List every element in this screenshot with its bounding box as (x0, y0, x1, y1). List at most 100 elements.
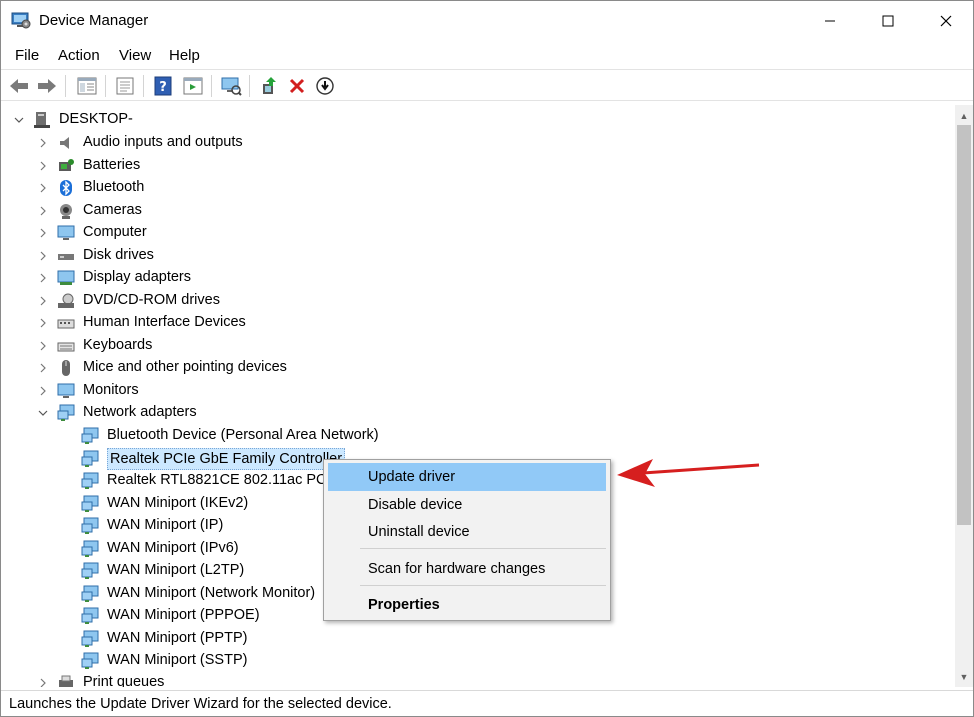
show-hide-console-tree-button[interactable] (75, 74, 99, 98)
status-text: Launches the Update Driver Wizard for th… (9, 696, 392, 712)
device-row[interactable]: WAN Miniport (SSTP) (5, 650, 945, 672)
device-row[interactable]: Bluetooth Device (Personal Area Network) (5, 425, 945, 447)
tree-category-row[interactable]: Human Interface Devices (5, 312, 945, 334)
update-driver-toolbar-button[interactable] (257, 74, 281, 98)
uninstall-device-toolbar-button[interactable] (285, 74, 309, 98)
tree-category-row[interactable]: Network adapters (5, 402, 945, 424)
tree-category-row[interactable]: Display adapters (5, 267, 945, 289)
forward-icon (38, 79, 56, 93)
close-icon (940, 15, 952, 27)
menu-help[interactable]: Help (169, 47, 200, 64)
expand-chevron-icon[interactable] (37, 160, 49, 172)
expand-chevron-icon[interactable] (37, 137, 49, 149)
mouse-icon (62, 360, 70, 376)
toolbar-separator (249, 75, 250, 97)
category-label: Keyboards (83, 336, 153, 353)
collapse-chevron-icon[interactable] (13, 114, 25, 126)
help-button[interactable]: ? (151, 74, 175, 98)
menu-properties[interactable]: Properties (328, 591, 606, 619)
monitor-icon (221, 77, 242, 96)
menu-file[interactable]: File (15, 47, 39, 64)
tree-category-row[interactable]: DVD/CD-ROM drives (5, 290, 945, 312)
device-label: WAN Miniport (IP) (107, 517, 224, 533)
properties-button[interactable] (113, 74, 137, 98)
category-label: Monitors (83, 381, 139, 398)
device-label: WAN Miniport (IPv6) (107, 539, 239, 556)
device-row[interactable]: WAN Miniport (PPTP) (5, 628, 945, 650)
network-adapter-icon (81, 630, 99, 647)
expand-chevron-icon[interactable] (37, 340, 49, 352)
menu-action[interactable]: Action (58, 47, 100, 64)
collapse-chevron-icon[interactable] (37, 407, 49, 419)
expand-chevron-icon[interactable] (37, 205, 49, 217)
expand-chevron-icon[interactable] (37, 227, 49, 239)
monitor-icon (57, 383, 75, 398)
tree-category-row[interactable]: Bluetooth (5, 177, 945, 199)
context-menu: Update driver Disable device Uninstall d… (323, 459, 611, 621)
tree-category-row[interactable]: Disk drives (5, 245, 945, 267)
expand-chevron-icon[interactable] (37, 295, 49, 307)
tree-root-row[interactable]: DESKTOP- (5, 109, 945, 131)
menu-separator (360, 548, 606, 549)
console-tree-icon (77, 77, 97, 95)
tree-category-row[interactable]: Computer (5, 222, 945, 244)
network-adapter-icon (81, 562, 99, 579)
keyboard-icon (57, 342, 75, 351)
device-manager-app-icon (11, 12, 31, 29)
tree-category-row[interactable]: Batteries (5, 155, 945, 177)
disable-device-toolbar-button[interactable] (313, 74, 337, 98)
maximize-button[interactable] (859, 1, 917, 41)
scrollbar-thumb[interactable] (957, 125, 971, 525)
forward-button[interactable] (35, 74, 59, 98)
scroll-up-arrow[interactable]: ▲ (955, 107, 973, 124)
expand-chevron-icon[interactable] (37, 677, 49, 687)
toolbar-separator (211, 75, 212, 97)
hid-icon (57, 319, 75, 329)
menu-update-driver[interactable]: Update driver (328, 463, 606, 491)
action-pane-icon (183, 77, 203, 95)
expand-chevron-icon[interactable] (37, 272, 49, 284)
menu-uninstall-device[interactable]: Uninstall device (328, 518, 606, 546)
tree-category-row[interactable]: Mice and other pointing devices (5, 357, 945, 379)
menu-disable-device[interactable]: Disable device (328, 491, 606, 519)
scroll-down-arrow[interactable]: ▼ (955, 668, 973, 685)
menu-item-label: Uninstall device (368, 524, 470, 540)
tree-category-row[interactable]: Monitors (5, 380, 945, 402)
computer-root-icon (34, 112, 50, 128)
disk-drive-icon (58, 253, 74, 260)
expand-chevron-icon[interactable] (37, 362, 49, 374)
network-adapter-icon (57, 404, 75, 421)
vertical-scrollbar[interactable]: ▲ ▼ (955, 105, 973, 687)
category-label: Mice and other pointing devices (83, 359, 287, 375)
minimize-button[interactable] (801, 1, 859, 41)
scan-hardware-button[interactable] (219, 74, 243, 98)
tree-category-row[interactable]: Audio inputs and outputs (5, 132, 945, 154)
action-pane-button[interactable] (181, 74, 205, 98)
network-adapter-icon (81, 540, 99, 557)
tree-root-label: DESKTOP- (59, 111, 133, 127)
network-adapter-icon (81, 517, 99, 534)
tree-category-row[interactable]: Keyboards (5, 335, 945, 357)
expand-chevron-icon[interactable] (37, 182, 49, 194)
tree-category-row[interactable]: Cameras (5, 200, 945, 222)
menu-scan-hardware[interactable]: Scan for hardware changes (328, 555, 606, 583)
battery-icon (59, 158, 74, 171)
menu-item-label: Scan for hardware changes (368, 561, 546, 577)
expand-chevron-icon[interactable] (37, 250, 49, 262)
category-label: Batteries (83, 156, 141, 173)
back-button[interactable] (7, 74, 31, 98)
expand-chevron-icon[interactable] (37, 385, 49, 397)
minimize-icon (825, 20, 835, 22)
device-label: WAN Miniport (SSTP) (107, 652, 248, 668)
menu-view[interactable]: View (119, 47, 151, 64)
expand-chevron-icon[interactable] (37, 317, 49, 329)
tree-category-row[interactable]: Print queues (5, 672, 945, 687)
menu-item-label: Properties (368, 597, 440, 613)
close-button[interactable] (917, 1, 973, 41)
category-label: Display adapters (83, 269, 191, 285)
uninstall-icon (289, 78, 305, 94)
category-label: DVD/CD-ROM drives (83, 291, 220, 308)
device-label: Realtek PCIe GbE Family Controller (107, 447, 346, 470)
device-label: WAN Miniport (L2TP) (107, 562, 245, 578)
network-adapter-icon (81, 450, 99, 467)
